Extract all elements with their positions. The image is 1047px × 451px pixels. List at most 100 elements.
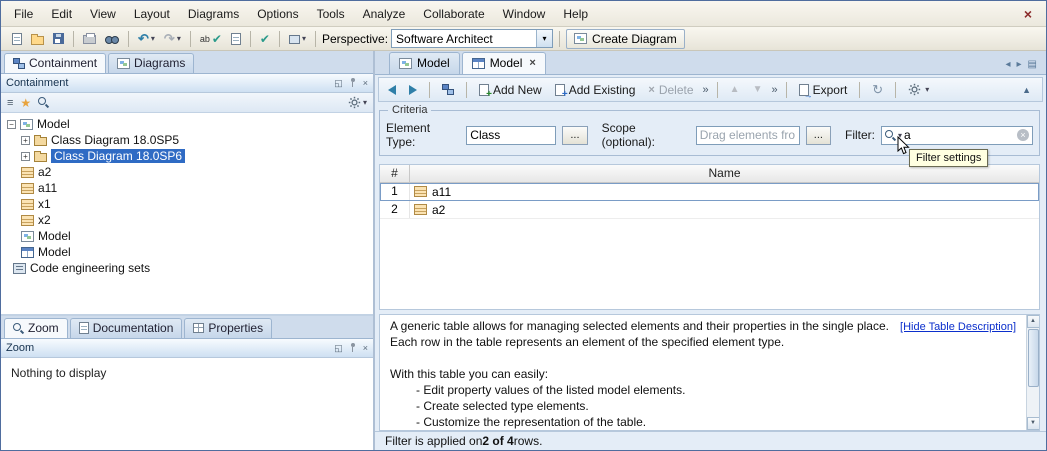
tree-item-model-diagram[interactable]: Model [1,228,373,244]
overflow-chevron-icon[interactable]: » [703,84,709,96]
favorites-star-icon[interactable]: ★ [20,98,31,108]
table-icon [472,58,485,69]
scroll-up-icon[interactable]: ▲ [1027,315,1040,328]
perspective-value: Software Architect [396,32,493,46]
module-button[interactable]: ▾ [286,31,309,46]
tab-documentation[interactable]: Documentation [70,318,183,338]
menu-collaborate[interactable]: Collaborate [414,3,493,25]
notes-button[interactable] [228,31,244,47]
tree-item-a2[interactable]: a2 [1,164,373,180]
print-button[interactable] [80,31,99,46]
validate-icon: ✔ [260,32,270,46]
collapse-handle-icon[interactable]: − [7,120,16,129]
tree-item-model-table[interactable]: Model [1,244,373,260]
column-header-number[interactable]: # [380,165,410,182]
tree-item-a11[interactable]: a11 [1,180,373,196]
find-button[interactable] [102,33,122,45]
vertical-scrollbar[interactable]: ▲ ▼ [1026,315,1039,430]
scope-browse-button[interactable]: ... [806,126,831,145]
new-project-button[interactable] [9,31,25,47]
next-tab-icon[interactable]: ▸ [1017,59,1022,70]
menu-analyze[interactable]: Analyze [354,3,415,25]
gear-icon[interactable] [348,96,361,109]
tab-model-diagram[interactable]: Model [389,52,460,74]
tree-item-x1[interactable]: x1 [1,196,373,212]
refresh-button[interactable]: ↻ [868,80,887,100]
tab-list-icon[interactable]: ▤ [1028,59,1037,70]
forward-button[interactable] [405,83,421,97]
element-type-field[interactable] [466,126,556,145]
scrollbar-thumb[interactable] [1028,329,1039,387]
tab-properties[interactable]: Properties [184,318,272,338]
menu-tools[interactable]: Tools [308,3,354,25]
move-row-down-button[interactable]: ▼ [749,82,767,97]
undo-button[interactable]: ↶▾ [135,29,158,49]
prev-tab-icon[interactable]: ◂ [1005,59,1010,70]
filter-input[interactable] [904,128,1015,142]
close-panel-icon[interactable]: × [363,343,368,353]
save-button[interactable] [50,31,67,46]
search-icon[interactable] [38,97,49,108]
chevron-down-icon[interactable]: ▾ [363,98,367,107]
float-panel-icon[interactable]: ◱ [334,343,343,354]
add-existing-button[interactable]: Add Existing [551,81,640,99]
move-row-up-button[interactable]: ▲ [726,82,744,97]
tab-model-table[interactable]: Model × [462,52,546,74]
tree-item-x2[interactable]: x2 [1,212,373,228]
menu-options[interactable]: Options [248,3,307,25]
table-header-row: # Name [380,165,1039,183]
table-toolbar: Add New Add Existing × Delete » ▲ ▼ » [378,77,1043,102]
delete-button[interactable]: × Delete [644,81,697,99]
elements-table: # Name 1 a11 2 a2 [379,164,1040,310]
tree-item-class-diagram-sp6[interactable]: + Class Diagram 18.0SP6 [1,148,373,164]
tree-item-class-diagram-sp5[interactable]: + Class Diagram 18.0SP5 [1,132,373,148]
add-new-button[interactable]: Add New [475,81,546,99]
menu-file[interactable]: File [5,3,42,25]
tab-label: Model [490,56,523,70]
scope-field[interactable] [696,126,800,145]
table-row[interactable]: 1 a11 [380,183,1039,201]
close-panel-icon[interactable]: × [363,78,368,88]
close-icon[interactable]: × [1014,6,1042,22]
scroll-down-icon[interactable]: ▼ [1027,417,1040,430]
expand-handle-icon[interactable]: + [21,136,30,145]
create-diagram-button[interactable]: Create Diagram [566,29,685,49]
tree-item-code-engineering-sets[interactable]: Code engineering sets [1,260,373,276]
perspective-select[interactable]: Software Architect ▾ [391,29,553,48]
collapse-toolbar-icon[interactable]: ▲ [1016,83,1037,97]
menu-help[interactable]: Help [554,3,597,25]
expand-handle-icon[interactable]: + [21,152,30,161]
float-panel-icon[interactable]: ◱ [334,78,343,89]
clear-filter-icon[interactable]: × [1017,129,1029,141]
export-button[interactable]: Export [795,81,852,99]
tab-zoom[interactable]: Zoom [4,318,68,338]
collapse-all-icon[interactable]: ≡ [7,98,13,108]
tree-item-model-root[interactable]: − Model [1,116,373,132]
element-type-browse-button[interactable]: ... [562,126,587,145]
table-options-button[interactable]: ▾ [904,81,933,98]
tab-containment[interactable]: Containment [4,53,106,73]
menu-window[interactable]: Window [494,3,555,25]
back-button[interactable] [384,83,400,97]
status-count: 2 of 4 [482,434,513,448]
redo-button[interactable]: ↷▾ [161,29,184,49]
hide-table-description-link[interactable]: [Hide Table Description] [900,319,1016,335]
close-tab-icon[interactable]: × [527,57,535,69]
menu-diagrams[interactable]: Diagrams [179,3,248,25]
menu-view[interactable]: View [81,3,125,25]
column-header-name[interactable]: Name [410,165,1039,182]
overflow-chevron-icon[interactable]: » [771,84,777,96]
table-row[interactable]: 2 a2 [380,201,1039,219]
pin-icon[interactable] [349,343,357,353]
pin-icon[interactable] [349,78,357,88]
search-icon[interactable] [885,130,896,141]
menu-layout[interactable]: Layout [125,3,179,25]
show-in-containment-button[interactable] [438,82,458,97]
diagrams-icon [117,58,130,69]
open-project-button[interactable] [28,31,47,47]
validate-button[interactable]: ✔ [257,30,273,48]
tab-diagrams[interactable]: Diagrams [108,53,194,73]
spell-check-button[interactable]: ab✔ [197,30,225,48]
menu-edit[interactable]: Edit [42,3,81,25]
chevron-down-icon[interactable]: ▾ [536,30,552,47]
